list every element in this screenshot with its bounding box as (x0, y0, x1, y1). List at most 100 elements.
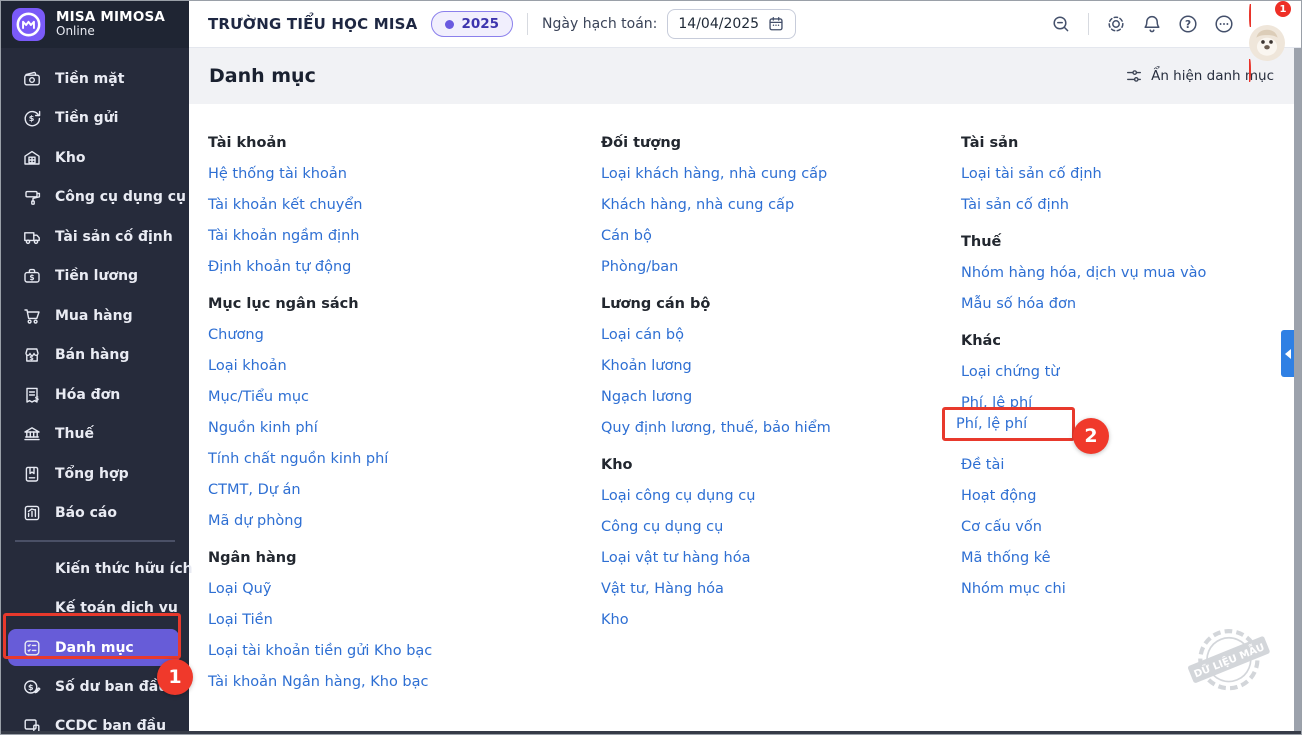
catalog-link[interactable]: Vật tư, Hàng hóa (601, 580, 724, 599)
catalog-link[interactable]: Tài khoản Ngân hàng, Kho bạc (208, 673, 429, 692)
sidebar-item-kho[interactable]: Kho (1, 138, 189, 178)
sidebar-item-ke-toan-dich-vu[interactable]: Kế toán dịch vụ (1, 589, 189, 629)
catalog-link[interactable]: Loại tài khoản tiền gửi Kho bạc (208, 642, 432, 661)
catalog-link[interactable]: Nguồn kinh phí (208, 419, 318, 438)
sidebar-item-label: Báo cáo (55, 505, 117, 521)
catalog-link[interactable]: Mẫu số hóa đơn (961, 295, 1076, 314)
catalog-link[interactable]: Định khoản tự động (208, 258, 351, 277)
sidebar-item-label: Danh mục (55, 640, 134, 656)
catalog-link[interactable]: Tài sản cố định (961, 196, 1069, 215)
catalog-link[interactable]: Nhóm mục chi (961, 580, 1066, 599)
catalog-section: Ngân hàngLoại QuỹLoại TiềnLoại tài khoản… (208, 549, 601, 692)
more-options-icon[interactable] (1213, 13, 1235, 35)
catalog-section-title: Khác (961, 332, 1294, 351)
toggle-categories-button[interactable]: Ẩn hiện danh mục (1125, 67, 1274, 85)
settings-gear-icon[interactable] (1105, 13, 1127, 35)
catalog-section: Tài khoảnHệ thống tài khoảnTài khoản kết… (208, 134, 601, 277)
catalog-link[interactable]: Cơ cấu vốn (961, 518, 1042, 537)
sidebar-item-label: Kế toán dịch vụ (55, 600, 178, 616)
catalog-link[interactable]: Khách hàng, nhà cung cấp (601, 196, 794, 215)
sidebar-item-kien-thuc-huu-ich[interactable]: Kiến thức hữu ích (1, 549, 189, 589)
catalog-link[interactable]: Phòng/ban (601, 258, 678, 277)
catalog-link[interactable]: Mục/Tiểu mục (208, 388, 309, 407)
catalog-link[interactable]: Mã dự phòng (208, 512, 303, 531)
sidebar-nav: Tiền mặt$Tiền gửiKho Công cụ dụng cụ Tài s… (1, 48, 189, 734)
catalog-section: Thuế Nhóm hàng hóa, dịch vụ mua vào Mẫu số… (961, 233, 1294, 314)
catalog-link[interactable]: Loại công cụ dụng cụ (601, 487, 755, 506)
notifications-bell-icon[interactable] (1141, 13, 1163, 35)
scrollbar[interactable] (1294, 48, 1301, 734)
sidebar-item-tong-hop[interactable]: Tổng hợp (1, 454, 189, 494)
sidebar-item-bao-cao[interactable]: Báo cáo (1, 494, 189, 534)
catalog-link[interactable]: Loại chứng từ (961, 363, 1059, 382)
calendar-icon[interactable] (767, 15, 785, 33)
catalog-link[interactable]: Loại khoản (208, 357, 287, 376)
brand-title: MISA MIMOSA (56, 10, 165, 25)
report-icon (22, 503, 42, 523)
help-icon[interactable]: ? (1177, 13, 1199, 35)
sidebar-item-danh-muc[interactable]: Danh mục (8, 629, 179, 666)
posting-date-input[interactable]: 14/04/2025 (667, 9, 796, 39)
catalog-link[interactable]: Loại vật tư hàng hóa (601, 549, 751, 568)
catalog-link[interactable]: Loại Quỹ (208, 580, 271, 599)
sidebar-item-ban-hang[interactable]: $Bán hàng (1, 336, 189, 376)
catalog-link[interactable]: CTMT, Dự án (208, 481, 301, 500)
catalog-link[interactable]: Nhiệm vụ (961, 425, 1031, 444)
catalog-link[interactable]: Ngạch lương (601, 388, 692, 407)
catalog-section: Tài sản Loại tài sản cố định Tài sản cố đị… (961, 134, 1294, 215)
sidebar-divider (15, 540, 175, 542)
catalog-section-title: Mục lục ngân sách (208, 295, 601, 314)
sidebar-item-tien-gui[interactable]: $Tiền gửi (1, 99, 189, 139)
catalog-section-title: Tài sản (961, 134, 1294, 153)
catalog-link[interactable]: Kho (601, 611, 629, 630)
catalog-section-title: Đối tượng (601, 134, 961, 153)
catalog-link[interactable]: Tài khoản ngầm định (208, 227, 359, 246)
catalog-link[interactable]: Chương (208, 326, 264, 345)
sidebar-item-tai-san-co-dinh[interactable]: Tài sản cố định (1, 217, 189, 257)
catalog-link[interactable]: Loại khách hàng, nhà cung cấp (601, 165, 827, 184)
catalog-link[interactable]: Loại Tiền (208, 611, 273, 630)
catalog-link[interactable]: Đề tài (961, 456, 1004, 475)
sidebar-item-tien-luong[interactable]: $Tiền lương (1, 257, 189, 297)
organization-name[interactable]: TRƯỜNG TIỂU HỌC MISA (208, 15, 417, 33)
catalog-section-title: Lương cán bộ (601, 295, 961, 314)
svg-text:$: $ (28, 683, 34, 692)
cart-icon (22, 306, 42, 326)
catalog-link[interactable]: Hoạt động (961, 487, 1036, 506)
sidebar-item-mua-hang[interactable]: Mua hàng (1, 296, 189, 336)
catalog-section: Khác Loại chứng từ Phí, lệ phí Nhiệm vụ Đề t… (961, 332, 1294, 599)
sidebar-item-label: Mua hàng (55, 308, 133, 324)
search-icon[interactable] (1050, 13, 1072, 35)
catalog-link[interactable]: Nhóm hàng hóa, dịch vụ mua vào (961, 264, 1206, 283)
catalog-link[interactable]: Loại cán bộ (601, 326, 684, 345)
sidebar-item-hoa-don[interactable]: $ Hóa đơn (1, 375, 189, 415)
brand-panel[interactable]: MISA MIMOSA Online (1, 1, 189, 48)
bank-icon (22, 424, 42, 444)
catalog-link[interactable]: Loại tài sản cố định (961, 165, 1102, 184)
catalog-section-title: Thuế (961, 233, 1294, 252)
catalog-link[interactable]: Tính chất nguồn kinh phí (208, 450, 388, 469)
fiscal-year-badge[interactable]: 2025 (431, 11, 513, 37)
posting-date-label: Ngày hạch toán: (542, 16, 657, 32)
catalog-link[interactable]: Cán bộ (601, 227, 652, 246)
catalog-section-title: Kho (601, 456, 961, 475)
deposit-icon: $ (22, 108, 42, 128)
sidebar-item-thue[interactable]: Thuế (1, 415, 189, 455)
catalog-link[interactable]: Quy định lương, thuế, bảo hiểm (601, 419, 831, 438)
sidebar-item-tien-mat[interactable]: Tiền mặt (1, 59, 189, 99)
catalog-link[interactable]: Khoản lương (601, 357, 692, 376)
collapse-panel-tab[interactable] (1281, 330, 1294, 377)
sidebar-item-label: Công cụ dụng cụ (55, 189, 186, 205)
svg-text:$: $ (35, 394, 40, 402)
cash-icon (22, 69, 42, 89)
invoice-icon: $ (22, 385, 42, 405)
catalog-link[interactable]: Mã thống kê (961, 549, 1051, 568)
catalog-link[interactable]: Công cụ dụng cụ (601, 518, 723, 537)
brand-subtitle: Online (56, 25, 165, 38)
catalog-link[interactable]: Hệ thống tài khoản (208, 165, 347, 184)
sidebar-item-label: Hóa đơn (55, 387, 120, 403)
catalog-link[interactable]: Tài khoản kết chuyển (208, 196, 363, 215)
sidebar-item-cong-cu-dung-cu[interactable]: Công cụ dụng cụ (1, 178, 189, 218)
user-avatar-wrap: 1 (1249, 6, 1285, 42)
catalog-link[interactable]: Phí, lệ phí (961, 394, 1032, 413)
